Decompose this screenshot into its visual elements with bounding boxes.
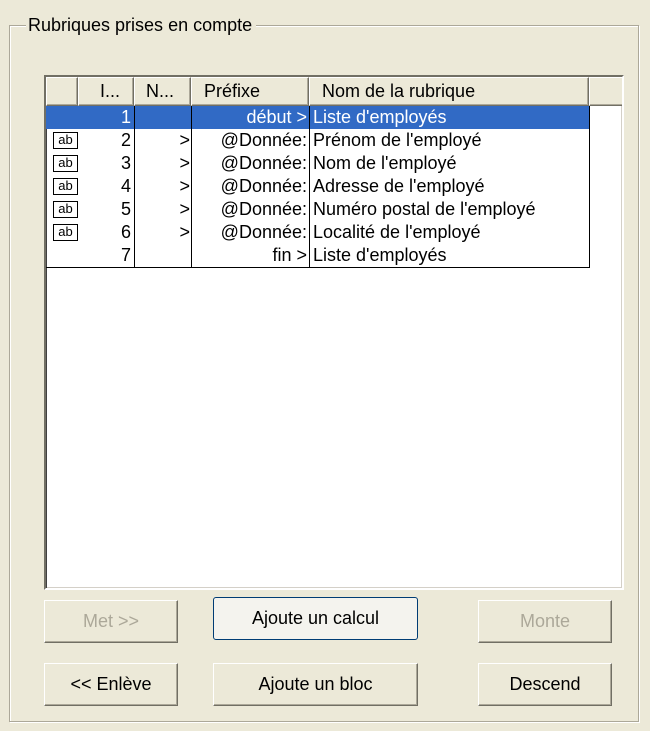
row-n: > [179, 176, 190, 196]
row-index: 2 [120, 130, 131, 150]
text-field-icon: ab [53, 201, 78, 218]
row-name: Liste d'employés [313, 107, 447, 127]
row-name: Liste d'employés [313, 245, 447, 265]
add-button[interactable]: Met >> [44, 600, 178, 643]
list-header: I... N... Préfixe Nom de la rubrique [46, 77, 622, 106]
row-index: 1 [120, 107, 131, 127]
row-name: Localité de l'employé [313, 222, 481, 242]
grid-line-vertical [191, 106, 192, 267]
table-row[interactable]: ab 3 > @Donnée: Nom de l'employé [46, 152, 590, 175]
grid-line-bottom [46, 267, 590, 268]
table-row[interactable]: 7 fin > Liste d'employés [46, 244, 590, 267]
row-n: > [179, 199, 190, 219]
row-name: Numéro postal de l'employé [313, 199, 536, 219]
groupbox-title: Rubriques prises en compte [26, 14, 257, 36]
table-row[interactable]: ab 2 > @Donnée: Prénom de l'employé [46, 129, 590, 152]
table-row[interactable]: ab 4 > @Donnée: Adresse de l'employé [46, 175, 590, 198]
text-field-icon: ab [53, 132, 78, 149]
text-field-icon: ab [53, 155, 78, 172]
table-row[interactable]: ab 6 > @Donnée: Localité de l'employé [46, 221, 590, 244]
text-field-icon: ab [53, 224, 78, 241]
row-prefix: @Donnée: [220, 222, 307, 242]
row-index: 4 [120, 176, 131, 196]
add-calculation-button[interactable]: Ajoute un calcul [213, 597, 418, 640]
row-name: Nom de l'employé [313, 153, 457, 173]
fields-listview[interactable]: I... N... Préfixe Nom de la rubrique 1 dé… [44, 75, 624, 590]
row-n: > [179, 153, 190, 173]
grid-line-vertical [309, 106, 310, 267]
column-header-n[interactable]: N... [134, 77, 191, 106]
row-icon-cell: ab [46, 221, 78, 244]
column-header-prefix[interactable]: Préfixe [191, 77, 309, 106]
row-prefix: @Donnée: [220, 130, 307, 150]
row-prefix: @Donnée: [220, 199, 307, 219]
column-header-icon[interactable] [46, 77, 78, 106]
row-prefix: fin > [272, 245, 307, 265]
row-icon-cell [46, 244, 78, 267]
row-prefix: @Donnée: [220, 176, 307, 196]
column-header-index[interactable]: I... [78, 77, 134, 106]
column-header-filler [589, 77, 622, 106]
row-name: Prénom de l'employé [313, 130, 482, 150]
grid-line-vertical [589, 106, 590, 267]
add-block-button[interactable]: Ajoute un bloc [213, 663, 418, 706]
row-n [134, 106, 190, 129]
row-prefix: @Donnée: [220, 153, 307, 173]
row-index: 3 [120, 153, 131, 173]
row-name: Adresse de l'employé [313, 176, 485, 196]
row-prefix: début > [246, 107, 307, 127]
text-field-icon: ab [53, 178, 78, 195]
table-row[interactable]: 1 début > Liste d'employés [46, 106, 590, 129]
row-index: 7 [120, 245, 131, 265]
row-icon-cell [46, 106, 78, 129]
column-header-name[interactable]: Nom de la rubrique [309, 77, 589, 106]
row-icon-cell: ab [46, 129, 78, 152]
grid-line-vertical [134, 106, 135, 267]
row-icon-cell: ab [46, 198, 78, 221]
row-icon-cell: ab [46, 175, 78, 198]
row-n: > [179, 222, 190, 242]
row-icon-cell: ab [46, 152, 78, 175]
row-index: 5 [120, 199, 131, 219]
move-down-button[interactable]: Descend [478, 663, 612, 706]
row-n [134, 244, 190, 267]
table-row[interactable]: ab 5 > @Donnée: Numéro postal de l'employé [46, 198, 590, 221]
row-n: > [179, 130, 190, 150]
row-index: 6 [120, 222, 131, 242]
remove-button[interactable]: << Enlève [44, 663, 178, 706]
move-up-button[interactable]: Monte [478, 600, 612, 643]
